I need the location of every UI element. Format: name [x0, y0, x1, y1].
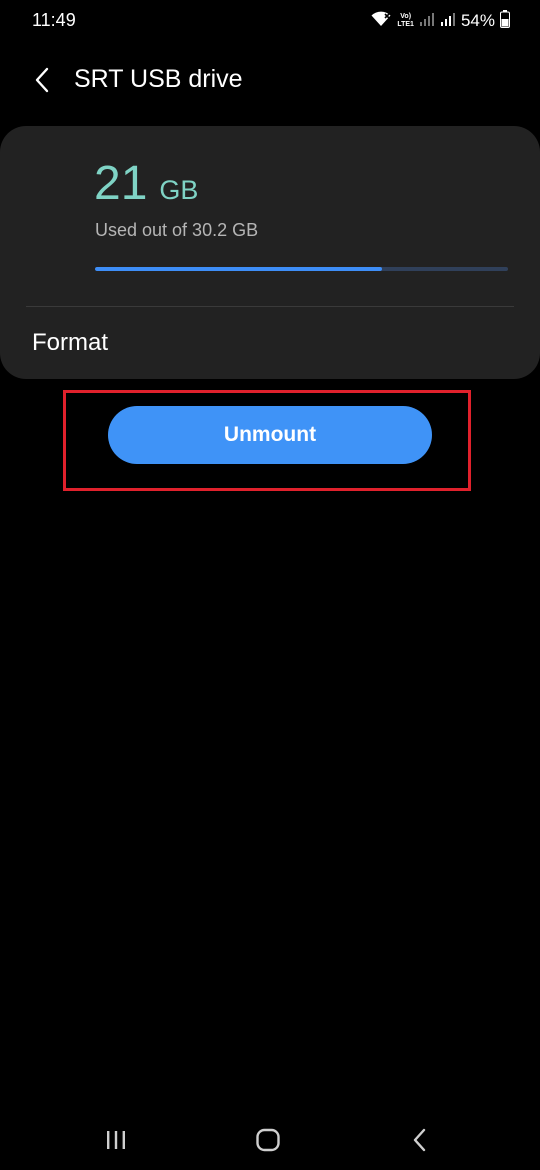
unmount-button[interactable]: Unmount	[108, 406, 432, 464]
chevron-left-icon	[35, 67, 49, 93]
wifi-icon	[370, 10, 392, 33]
status-time: 11:49	[32, 10, 76, 30]
used-unit: GB	[159, 175, 199, 205]
navigation-bar	[0, 1110, 540, 1170]
storage-progress-bar	[95, 267, 508, 271]
back-button[interactable]	[24, 62, 60, 98]
recent-apps-icon	[107, 1131, 125, 1149]
recent-apps-button[interactable]	[96, 1122, 136, 1158]
home-button[interactable]	[248, 1122, 288, 1158]
format-label: Format	[32, 329, 109, 356]
status-bar: 11:49 Vo) LTE1 54%	[0, 0, 540, 44]
home-icon	[256, 1128, 280, 1152]
storage-progress-fill	[95, 267, 383, 271]
used-amount: 21 GB	[94, 156, 198, 211]
battery-icon	[500, 9, 510, 33]
storage-card: 21 GB Used out of 30.2 GB Format	[0, 126, 540, 379]
format-menu-item[interactable]: Format	[0, 307, 540, 379]
used-number: 21	[94, 157, 148, 210]
used-caption: Used out of 30.2 GB	[95, 220, 259, 240]
battery-percent: 54%	[460, 11, 495, 30]
back-icon	[413, 1128, 426, 1152]
signal-icon	[419, 11, 435, 32]
nav-back-button[interactable]	[400, 1122, 440, 1158]
volte-bottom-text: LTE1	[397, 21, 414, 28]
signal-icon	[440, 11, 456, 32]
app-header: SRT USB drive	[0, 54, 540, 106]
page-title: SRT USB drive	[74, 65, 243, 93]
status-icons: Vo) LTE1 54%	[370, 8, 510, 34]
volte-top-text: Vo)	[400, 13, 412, 20]
volte-icon: Vo) LTE1	[397, 13, 414, 29]
